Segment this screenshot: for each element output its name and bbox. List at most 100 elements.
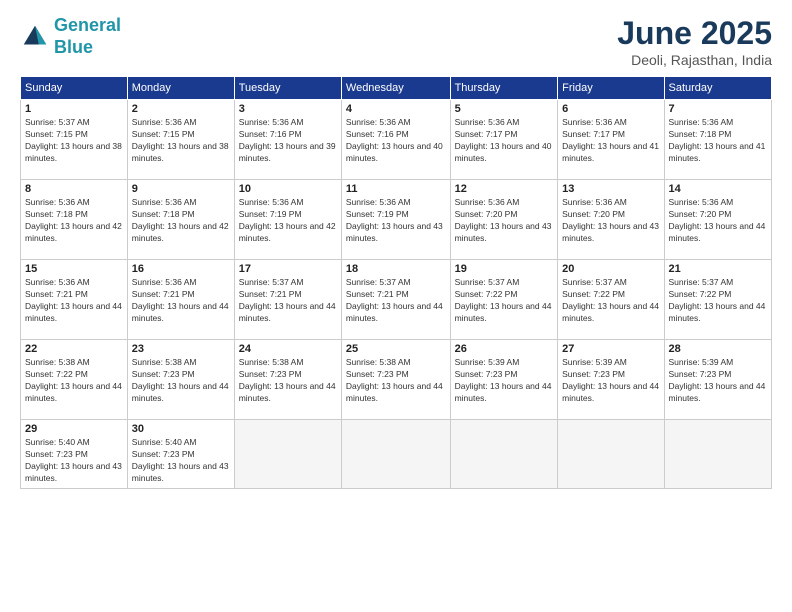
month-title: June 2025 xyxy=(617,15,772,52)
day-number: 17 xyxy=(239,263,337,275)
calendar-cell: 2 Sunrise: 5:36 AM Sunset: 7:15 PM Dayli… xyxy=(127,100,234,180)
col-thursday: Thursday xyxy=(450,77,558,100)
col-wednesday: Wednesday xyxy=(341,77,450,100)
day-number: 19 xyxy=(455,263,554,275)
day-info: Sunrise: 5:38 AM Sunset: 7:23 PM Dayligh… xyxy=(132,357,230,405)
calendar-cell: 14 Sunrise: 5:36 AM Sunset: 7:20 PM Dayl… xyxy=(664,180,771,260)
calendar-cell: 7 Sunrise: 5:36 AM Sunset: 7:18 PM Dayli… xyxy=(664,100,771,180)
day-number: 9 xyxy=(132,183,230,195)
day-number: 18 xyxy=(346,263,446,275)
calendar-cell xyxy=(234,420,341,489)
day-info: Sunrise: 5:39 AM Sunset: 7:23 PM Dayligh… xyxy=(669,357,767,405)
day-info: Sunrise: 5:36 AM Sunset: 7:17 PM Dayligh… xyxy=(455,117,554,165)
day-number: 1 xyxy=(25,103,123,115)
day-number: 29 xyxy=(25,423,123,435)
calendar-cell xyxy=(664,420,771,489)
day-info: Sunrise: 5:37 AM Sunset: 7:22 PM Dayligh… xyxy=(562,277,659,325)
calendar-cell: 16 Sunrise: 5:36 AM Sunset: 7:21 PM Dayl… xyxy=(127,260,234,340)
day-info: Sunrise: 5:36 AM Sunset: 7:19 PM Dayligh… xyxy=(346,197,446,245)
day-info: Sunrise: 5:36 AM Sunset: 7:16 PM Dayligh… xyxy=(239,117,337,165)
calendar-cell: 28 Sunrise: 5:39 AM Sunset: 7:23 PM Dayl… xyxy=(664,340,771,420)
day-info: Sunrise: 5:37 AM Sunset: 7:21 PM Dayligh… xyxy=(239,277,337,325)
day-info: Sunrise: 5:36 AM Sunset: 7:20 PM Dayligh… xyxy=(562,197,659,245)
col-saturday: Saturday xyxy=(664,77,771,100)
calendar-cell: 21 Sunrise: 5:37 AM Sunset: 7:22 PM Dayl… xyxy=(664,260,771,340)
day-info: Sunrise: 5:36 AM Sunset: 7:18 PM Dayligh… xyxy=(25,197,123,245)
day-info: Sunrise: 5:36 AM Sunset: 7:18 PM Dayligh… xyxy=(132,197,230,245)
calendar-cell: 30 Sunrise: 5:40 AM Sunset: 7:23 PM Dayl… xyxy=(127,420,234,489)
calendar-week-row: 15 Sunrise: 5:36 AM Sunset: 7:21 PM Dayl… xyxy=(21,260,772,340)
day-info: Sunrise: 5:37 AM Sunset: 7:22 PM Dayligh… xyxy=(455,277,554,325)
day-info: Sunrise: 5:36 AM Sunset: 7:20 PM Dayligh… xyxy=(455,197,554,245)
calendar-cell: 20 Sunrise: 5:37 AM Sunset: 7:22 PM Dayl… xyxy=(558,260,664,340)
calendar-cell: 24 Sunrise: 5:38 AM Sunset: 7:23 PM Dayl… xyxy=(234,340,341,420)
day-info: Sunrise: 5:40 AM Sunset: 7:23 PM Dayligh… xyxy=(25,437,123,485)
day-info: Sunrise: 5:40 AM Sunset: 7:23 PM Dayligh… xyxy=(132,437,230,485)
calendar-cell: 18 Sunrise: 5:37 AM Sunset: 7:21 PM Dayl… xyxy=(341,260,450,340)
calendar-cell: 17 Sunrise: 5:37 AM Sunset: 7:21 PM Dayl… xyxy=(234,260,341,340)
calendar-week-row: 1 Sunrise: 5:37 AM Sunset: 7:15 PM Dayli… xyxy=(21,100,772,180)
calendar-cell: 10 Sunrise: 5:36 AM Sunset: 7:19 PM Dayl… xyxy=(234,180,341,260)
calendar-cell: 29 Sunrise: 5:40 AM Sunset: 7:23 PM Dayl… xyxy=(21,420,128,489)
logo-icon xyxy=(20,22,50,52)
day-number: 25 xyxy=(346,343,446,355)
day-number: 2 xyxy=(132,103,230,115)
calendar-cell xyxy=(450,420,558,489)
day-info: Sunrise: 5:36 AM Sunset: 7:20 PM Dayligh… xyxy=(669,197,767,245)
day-number: 7 xyxy=(669,103,767,115)
day-number: 10 xyxy=(239,183,337,195)
calendar-cell xyxy=(341,420,450,489)
calendar-cell: 9 Sunrise: 5:36 AM Sunset: 7:18 PM Dayli… xyxy=(127,180,234,260)
header: General Blue June 2025 Deoli, Rajasthan,… xyxy=(20,15,772,68)
calendar-week-row: 29 Sunrise: 5:40 AM Sunset: 7:23 PM Dayl… xyxy=(21,420,772,489)
calendar-cell: 6 Sunrise: 5:36 AM Sunset: 7:17 PM Dayli… xyxy=(558,100,664,180)
page: General Blue June 2025 Deoli, Rajasthan,… xyxy=(0,0,792,612)
calendar-cell xyxy=(558,420,664,489)
day-number: 15 xyxy=(25,263,123,275)
day-info: Sunrise: 5:36 AM Sunset: 7:19 PM Dayligh… xyxy=(239,197,337,245)
calendar-table: Sunday Monday Tuesday Wednesday Thursday… xyxy=(20,76,772,489)
calendar-cell: 27 Sunrise: 5:39 AM Sunset: 7:23 PM Dayl… xyxy=(558,340,664,420)
day-number: 20 xyxy=(562,263,659,275)
day-info: Sunrise: 5:37 AM Sunset: 7:22 PM Dayligh… xyxy=(669,277,767,325)
day-info: Sunrise: 5:38 AM Sunset: 7:22 PM Dayligh… xyxy=(25,357,123,405)
day-number: 23 xyxy=(132,343,230,355)
day-info: Sunrise: 5:36 AM Sunset: 7:15 PM Dayligh… xyxy=(132,117,230,165)
calendar-cell: 1 Sunrise: 5:37 AM Sunset: 7:15 PM Dayli… xyxy=(21,100,128,180)
day-number: 8 xyxy=(25,183,123,195)
calendar-cell: 5 Sunrise: 5:36 AM Sunset: 7:17 PM Dayli… xyxy=(450,100,558,180)
day-info: Sunrise: 5:37 AM Sunset: 7:15 PM Dayligh… xyxy=(25,117,123,165)
calendar-cell: 11 Sunrise: 5:36 AM Sunset: 7:19 PM Dayl… xyxy=(341,180,450,260)
day-number: 16 xyxy=(132,263,230,275)
day-number: 3 xyxy=(239,103,337,115)
logo-line2: Blue xyxy=(54,37,93,57)
calendar-week-row: 22 Sunrise: 5:38 AM Sunset: 7:22 PM Dayl… xyxy=(21,340,772,420)
day-number: 13 xyxy=(562,183,659,195)
title-area: June 2025 Deoli, Rajasthan, India xyxy=(617,15,772,68)
calendar-cell: 8 Sunrise: 5:36 AM Sunset: 7:18 PM Dayli… xyxy=(21,180,128,260)
calendar-week-row: 8 Sunrise: 5:36 AM Sunset: 7:18 PM Dayli… xyxy=(21,180,772,260)
logo-text: General Blue xyxy=(54,15,121,58)
day-info: Sunrise: 5:36 AM Sunset: 7:18 PM Dayligh… xyxy=(669,117,767,165)
col-sunday: Sunday xyxy=(21,77,128,100)
day-number: 21 xyxy=(669,263,767,275)
day-number: 27 xyxy=(562,343,659,355)
day-info: Sunrise: 5:39 AM Sunset: 7:23 PM Dayligh… xyxy=(562,357,659,405)
calendar-cell: 19 Sunrise: 5:37 AM Sunset: 7:22 PM Dayl… xyxy=(450,260,558,340)
col-friday: Friday xyxy=(558,77,664,100)
calendar-cell: 12 Sunrise: 5:36 AM Sunset: 7:20 PM Dayl… xyxy=(450,180,558,260)
logo-line1: General xyxy=(54,15,121,35)
day-number: 26 xyxy=(455,343,554,355)
day-number: 12 xyxy=(455,183,554,195)
day-info: Sunrise: 5:38 AM Sunset: 7:23 PM Dayligh… xyxy=(346,357,446,405)
calendar-header-row: Sunday Monday Tuesday Wednesday Thursday… xyxy=(21,77,772,100)
location: Deoli, Rajasthan, India xyxy=(617,52,772,68)
day-info: Sunrise: 5:36 AM Sunset: 7:17 PM Dayligh… xyxy=(562,117,659,165)
calendar-cell: 22 Sunrise: 5:38 AM Sunset: 7:22 PM Dayl… xyxy=(21,340,128,420)
calendar-cell: 25 Sunrise: 5:38 AM Sunset: 7:23 PM Dayl… xyxy=(341,340,450,420)
day-number: 30 xyxy=(132,423,230,435)
day-info: Sunrise: 5:36 AM Sunset: 7:21 PM Dayligh… xyxy=(132,277,230,325)
day-number: 28 xyxy=(669,343,767,355)
day-number: 6 xyxy=(562,103,659,115)
day-info: Sunrise: 5:38 AM Sunset: 7:23 PM Dayligh… xyxy=(239,357,337,405)
